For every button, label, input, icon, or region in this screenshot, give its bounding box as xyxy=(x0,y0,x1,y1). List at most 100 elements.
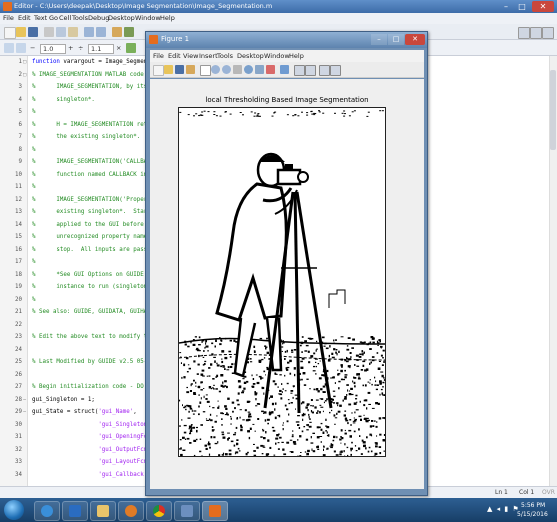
code-line[interactable]: gui_Singleton = 1; xyxy=(32,397,95,403)
cell-mode-icon[interactable] xyxy=(4,43,14,53)
find-icon[interactable] xyxy=(124,27,134,37)
code-line[interactable]: % xyxy=(32,184,36,190)
redo-icon[interactable] xyxy=(96,27,106,37)
layout-split-icon[interactable] xyxy=(530,27,542,39)
figure-maximize-icon[interactable]: □ xyxy=(388,34,404,45)
line-number: 28 xyxy=(15,396,22,403)
menu-desktop[interactable]: Desktop xyxy=(108,14,135,22)
paste-icon[interactable] xyxy=(68,27,78,37)
code-line[interactable]: % xyxy=(32,109,36,115)
figure-menu-help[interactable]: Help xyxy=(289,52,304,60)
cut-icon[interactable] xyxy=(44,27,54,37)
figure-menu-edit[interactable]: Edit xyxy=(168,52,181,60)
taskbar-app[interactable] xyxy=(174,501,200,521)
fold-marker[interactable]: □ xyxy=(23,59,28,65)
open-folder-icon[interactable] xyxy=(16,27,26,37)
figure-menu-view[interactable]: View xyxy=(183,52,198,60)
figure-menu-file[interactable]: File xyxy=(153,52,164,60)
figure-menu-desktop[interactable]: Desktop xyxy=(237,52,264,60)
code-token: 'gui_LayoutFcn' xyxy=(98,459,151,465)
taskbar-ie[interactable] xyxy=(34,501,60,521)
show-tools-icon[interactable] xyxy=(330,65,341,76)
pan-icon[interactable] xyxy=(233,65,242,74)
scale-value-field[interactable]: 1.1 xyxy=(88,44,114,54)
layout-tile-icon[interactable] xyxy=(518,27,530,39)
menu-debug[interactable]: Debug xyxy=(88,14,109,22)
maximize-icon[interactable]: □ xyxy=(514,1,530,12)
menu-text[interactable]: Text xyxy=(34,14,47,22)
fold-marker[interactable]: − xyxy=(23,397,28,403)
new-file-icon[interactable] xyxy=(4,27,16,39)
legend-icon[interactable] xyxy=(305,65,316,76)
line-number: 33 xyxy=(15,459,22,465)
code-line[interactable]: % singleton*. xyxy=(32,97,95,103)
save-icon[interactable] xyxy=(28,27,38,37)
run-cell-icon[interactable] xyxy=(126,43,136,53)
fold-marker[interactable]: − xyxy=(23,409,28,415)
menu-file[interactable]: File xyxy=(3,14,14,22)
cell-eval-icon[interactable] xyxy=(16,43,26,53)
line-number: 34 xyxy=(15,471,22,478)
clock-date[interactable]: 5/15/2016 xyxy=(517,511,548,518)
save-figure-icon[interactable] xyxy=(175,65,184,74)
taskbar-matlab[interactable] xyxy=(202,501,228,521)
figure-close-icon[interactable]: ✕ xyxy=(405,34,425,45)
menu-window[interactable]: Window xyxy=(135,14,161,22)
new-figure-icon[interactable] xyxy=(153,65,164,76)
code-line[interactable]: % xyxy=(32,297,36,303)
multiply-button[interactable]: × xyxy=(116,44,121,52)
zoom-out-icon[interactable] xyxy=(222,65,231,74)
code-line[interactable]: % xyxy=(32,259,36,265)
increment-value-field[interactable]: 1.0 xyxy=(40,44,66,54)
print-icon[interactable] xyxy=(112,27,122,37)
pointer-icon[interactable] xyxy=(200,65,211,76)
fold-marker[interactable]: □ xyxy=(23,72,28,78)
link-icon[interactable] xyxy=(280,65,289,74)
scrollbar-thumb[interactable] xyxy=(550,70,556,150)
colorbar-icon[interactable] xyxy=(294,65,305,76)
taskbar-chrome[interactable] xyxy=(146,501,172,521)
matlab-icon xyxy=(209,505,221,517)
figure-menu-tools[interactable]: Tools xyxy=(217,52,233,60)
figure-title-bar[interactable]: Figure 1 – □ ✕ xyxy=(146,32,427,48)
open-file-icon[interactable] xyxy=(164,65,173,74)
start-button[interactable] xyxy=(4,500,24,520)
increment-button[interactable]: + xyxy=(68,44,73,52)
layout-float-icon[interactable] xyxy=(542,27,554,39)
figure-minimize-icon[interactable]: – xyxy=(371,34,387,45)
menu-cell[interactable]: Cell xyxy=(59,14,71,22)
menu-tools[interactable]: Tools xyxy=(72,14,88,22)
taskbar-media[interactable] xyxy=(118,501,144,521)
code-line[interactable]: % instance to run (singleton)". xyxy=(32,284,158,290)
code-line[interactable]: % the existing singleton*. xyxy=(32,134,140,140)
menu-help[interactable]: Help xyxy=(160,14,175,22)
figure-window-title: Figure 1 xyxy=(161,35,190,43)
decrement-button[interactable]: − xyxy=(30,44,35,52)
rotate-icon[interactable] xyxy=(244,65,253,74)
figure-menu-window[interactable]: Window xyxy=(264,52,290,60)
undo-icon[interactable] xyxy=(84,27,94,37)
divide-button[interactable]: ÷ xyxy=(78,44,83,52)
line-number: 15 xyxy=(15,234,22,240)
taskbar-outlook[interactable] xyxy=(62,501,88,521)
editor-title-bar[interactable]: Editor - C:\Users\deepak\Desktop\Image S… xyxy=(0,0,557,13)
line-number: 14 xyxy=(15,221,22,228)
system-tray-icons[interactable]: ▲ ◂ ▮ ⚑ xyxy=(487,505,520,513)
brush-icon[interactable] xyxy=(266,65,275,74)
hide-tools-icon[interactable] xyxy=(319,65,330,76)
clock-time[interactable]: 5:56 PM xyxy=(521,502,545,509)
close-icon[interactable]: ✕ xyxy=(532,1,554,12)
code-line[interactable]: % xyxy=(32,147,36,153)
minimize-icon[interactable]: – xyxy=(498,1,514,12)
line-number: 1 xyxy=(18,59,23,65)
menu-go[interactable]: Go xyxy=(49,14,58,22)
figure-menu-insert[interactable]: Insert xyxy=(199,52,218,60)
copy-icon[interactable] xyxy=(56,27,66,37)
taskbar-explorer[interactable] xyxy=(90,501,116,521)
menu-edit[interactable]: Edit xyxy=(18,14,31,22)
data-cursor-icon[interactable] xyxy=(255,65,264,74)
zoom-in-icon[interactable] xyxy=(211,65,220,74)
print-figure-icon[interactable] xyxy=(186,65,195,74)
